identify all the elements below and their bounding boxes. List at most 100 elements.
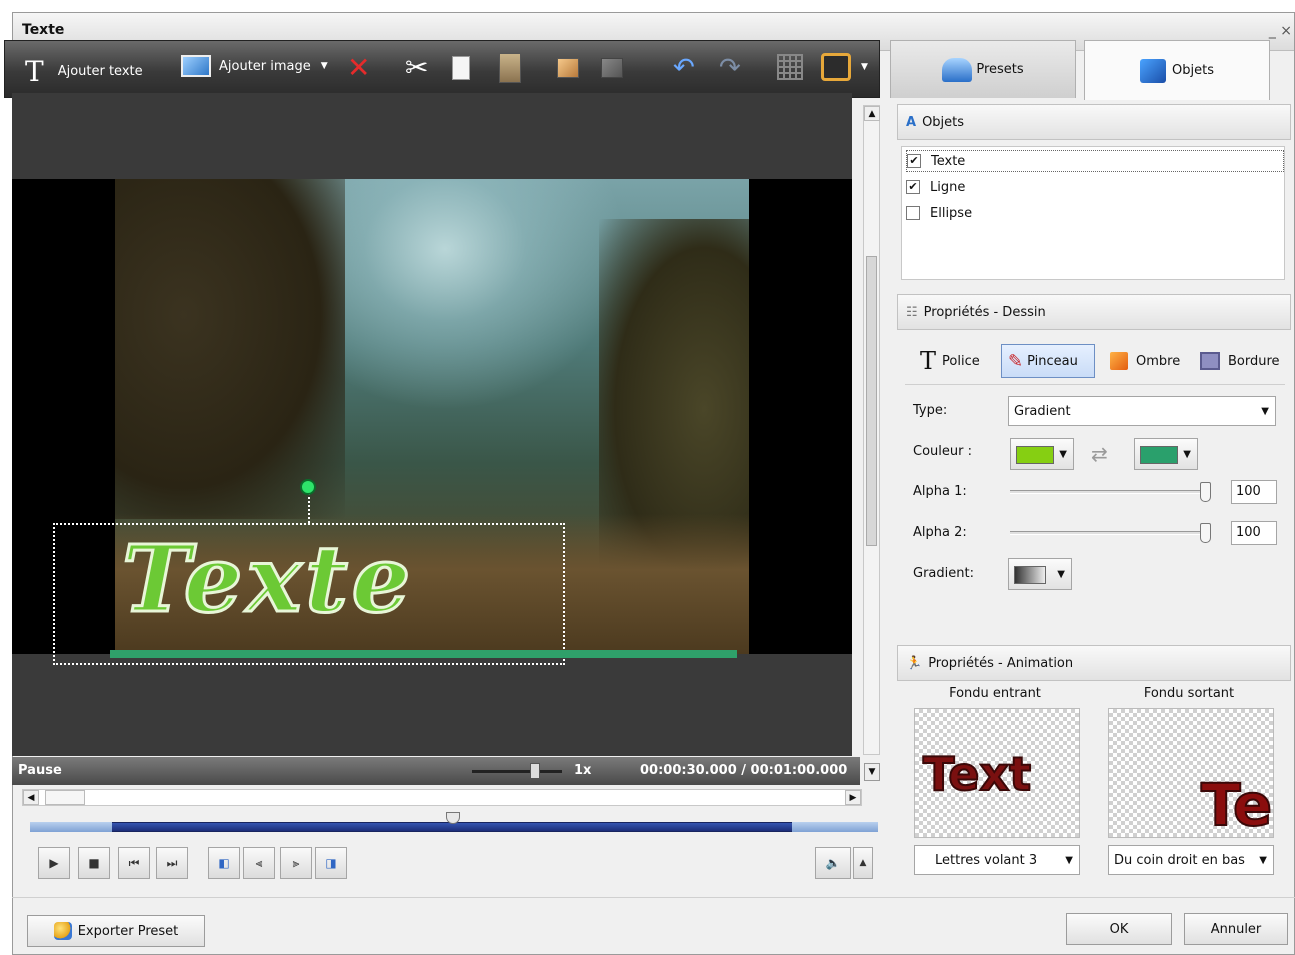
scroll-left-icon[interactable]: ◀ [23,790,39,805]
alpha2-slider-track[interactable] [1010,531,1210,535]
object-label: Ligne [930,179,966,195]
playback-bar: Pause 1x 00:00:30.000 / 00:01:00.000 [12,757,860,785]
color2-picker[interactable]: ▼ [1134,438,1198,470]
preview-horizontal-scrollbar[interactable]: ◀ ▶ [22,789,862,806]
go-to-start-button[interactable]: ◧ [208,847,240,879]
tab-objets-label: Objets [1172,63,1214,78]
speed-slider-knob[interactable] [530,763,540,779]
border-icon [1200,352,1220,370]
speed-slider-track[interactable] [472,770,562,773]
add-text-label: Ajouter texte [57,64,143,79]
objects-icon: A [906,114,917,130]
footer-divider [12,897,1295,898]
font-icon: T [920,347,937,375]
objects-icon [1140,58,1167,83]
delete-icon[interactable]: ✕ [347,51,370,84]
fade-in-preview-text: Text [922,746,1032,802]
chevron-down-icon: ▼ [1059,449,1067,460]
cut-icon[interactable]: ✂ [405,51,428,84]
shadow-icon [1110,352,1128,370]
object-label: Ellipse [930,205,973,221]
ok-button[interactable]: OK [1066,913,1172,945]
chevron-up-icon: ▲ [859,858,867,868]
preview-vertical-scrollbar[interactable]: ▲ [863,105,880,755]
timeline[interactable] [30,812,878,834]
speaker-icon: 🔈 [825,856,841,870]
cancel-button[interactable]: Annuler [1184,913,1288,945]
redo-icon[interactable]: ↷ [719,53,741,83]
scroll-thumb[interactable] [866,256,877,546]
color1-picker[interactable]: ▼ [1010,438,1074,470]
presets-icon [942,57,973,82]
tab-police[interactable]: T Police [920,344,980,378]
alpha1-input[interactable]: 100 [1231,480,1277,504]
add-image-button[interactable]: Ajouter image ▼ [181,55,328,77]
object-checkbox[interactable]: ✔ [906,180,920,194]
swap-colors-icon[interactable]: ⇄ [1091,442,1108,466]
tab-pinceau[interactable]: ✎ Pinceau [1001,344,1095,378]
drawing-properties-title: Propriétés - Dessin [923,304,1046,320]
chevron-down-icon[interactable]: ▼ [861,62,868,72]
brush-icon: ✎ [1008,350,1024,372]
fade-in-select[interactable]: Lettres volant 3 ▼ [914,845,1080,875]
playback-status: Pause [18,763,62,778]
grid-icon[interactable] [777,54,803,80]
send-backward-icon[interactable] [601,58,623,78]
play-icon: ▶ [49,856,59,870]
bring-forward-icon[interactable] [557,58,579,78]
chevron-down-icon: ▼ [1261,406,1269,417]
set-out-button[interactable]: ⫸ [280,847,312,879]
tab-objets[interactable]: Objets [1084,40,1270,100]
timeline-fade-in-region[interactable] [30,822,112,832]
alpha1-slider-knob[interactable] [1200,482,1211,502]
next-button[interactable]: ⏭ [156,847,188,879]
volume-menu-button[interactable]: ▲ [853,847,873,879]
stop-button[interactable]: ■ [78,847,110,879]
alpha2-slider-knob[interactable] [1200,523,1211,543]
go-to-end-icon: ◨ [325,856,337,870]
fade-out-value: Du coin droit en bas [1114,852,1245,868]
type-value: Gradient [1014,403,1071,419]
play-button[interactable]: ▶ [38,847,70,879]
gradient-picker[interactable]: ▼ [1008,558,1072,590]
paste-icon[interactable] [499,53,521,83]
type-select[interactable]: Gradient ▼ [1008,396,1276,426]
alpha1-slider-track[interactable] [1010,490,1210,494]
add-text-button[interactable]: T Ajouter texte [25,55,143,88]
export-preset-button[interactable]: Exporter Preset [27,915,205,947]
screen-ratio-icon[interactable]: ▼ [821,53,868,81]
line-object[interactable] [110,650,737,658]
scroll-right-icon[interactable]: ▶ [845,790,861,805]
volume-button[interactable]: 🔈 [815,847,851,879]
object-checkbox[interactable] [906,206,920,220]
rotation-handle[interactable] [300,479,316,495]
list-item[interactable]: ✔ Texte [906,150,1284,172]
scroll-thumb[interactable] [45,790,85,805]
speed-label: 1x [574,763,592,778]
timeline-fade-out-region[interactable] [792,822,878,832]
previous-button[interactable]: ⏮ [118,847,150,879]
list-item[interactable]: Ellipse [906,202,1284,224]
tab-pinceau-label: Pinceau [1027,353,1078,369]
tab-ombre-label: Ombre [1136,353,1181,369]
fade-out-select[interactable]: Du coin droit en bas ▼ [1108,845,1274,875]
list-item[interactable]: ✔ Ligne [906,176,1284,198]
object-checkbox[interactable]: ✔ [907,154,921,168]
tab-bordure[interactable]: Bordure [1200,344,1280,378]
set-out-icon: ⫸ [292,855,300,870]
chevron-down-icon[interactable]: ▼ [321,61,328,71]
set-in-button[interactable]: ⫷ [243,847,275,879]
undo-icon[interactable]: ↶ [673,53,695,83]
chevron-down-icon: ▼ [1259,855,1267,866]
text-object[interactable]: Texte [120,532,414,627]
animation-properties-header: 🏃 Propriétés - Animation [897,645,1291,681]
scroll-up-icon[interactable]: ▲ [864,106,880,121]
tab-ombre[interactable]: Ombre [1110,344,1180,378]
tab-presets[interactable]: Presets [890,40,1076,98]
copy-icon[interactable] [452,56,470,80]
alpha2-input[interactable]: 100 [1231,521,1277,545]
go-to-end-button[interactable]: ◨ [315,847,347,879]
window-controls[interactable]: _ × [1269,23,1292,39]
objects-list: ✔ Texte ✔ Ligne Ellipse [901,146,1285,280]
chevron-down-icon[interactable]: ▼ [864,763,880,781]
